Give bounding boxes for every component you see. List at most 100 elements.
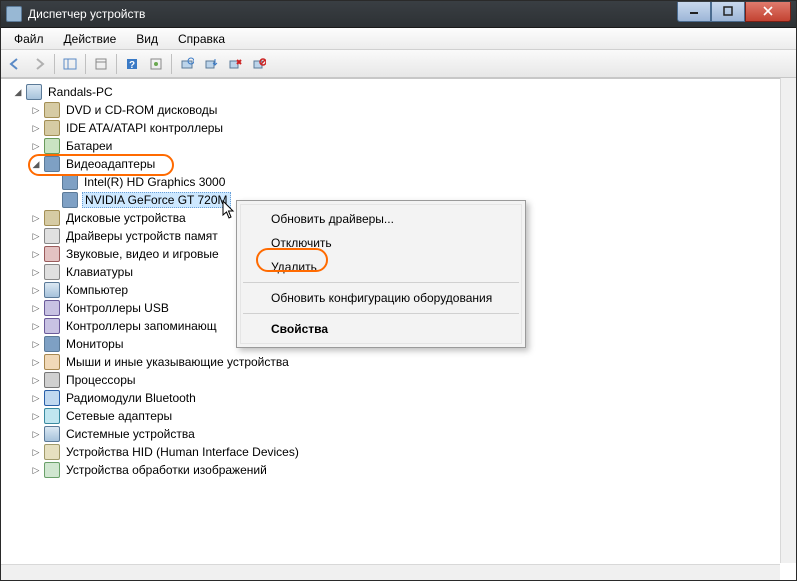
tree-category-label: Устройства обработки изображений — [64, 463, 269, 477]
tree-category-label: Мыши и иные указывающие устройства — [64, 355, 291, 369]
tree-category[interactable]: ▷ Устройства обработки изображений — [30, 461, 797, 479]
device-category-icon — [44, 336, 60, 352]
tree-category[interactable]: ▷ Сетевые адаптеры — [30, 407, 797, 425]
scan-hardware-button[interactable] — [176, 53, 198, 75]
show-hide-tree-button[interactable] — [59, 53, 81, 75]
window-title: Диспетчер устройств — [28, 7, 145, 21]
device-category-icon — [44, 282, 60, 298]
device-category-icon — [44, 102, 60, 118]
expand-icon[interactable]: ▷ — [30, 212, 42, 224]
tree-category-label: Дисковые устройства — [64, 211, 188, 225]
expand-icon[interactable]: ▷ — [30, 320, 42, 332]
menu-action[interactable]: Действие — [54, 30, 127, 48]
expand-icon[interactable]: ▷ — [30, 284, 42, 296]
forward-button[interactable] — [28, 53, 50, 75]
tree-category[interactable]: ▷ IDE ATA/ATAPI контроллеры — [30, 119, 797, 137]
context-properties[interactable]: Свойства — [241, 317, 521, 341]
uninstall-button[interactable] — [224, 53, 246, 75]
device-category-icon — [44, 390, 60, 406]
context-menu: Обновить драйверы... Отключить Удалить О… — [236, 200, 526, 348]
context-refresh-hw[interactable]: Обновить конфигурацию оборудования — [241, 286, 521, 310]
disable-button[interactable] — [248, 53, 270, 75]
window-controls — [677, 2, 791, 22]
expand-icon[interactable]: ▷ — [30, 410, 42, 422]
expand-icon[interactable]: ▷ — [30, 302, 42, 314]
expand-icon[interactable]: ▷ — [30, 428, 42, 440]
maximize-button[interactable] — [711, 2, 745, 22]
tree-category[interactable]: ▷ Батареи — [30, 137, 797, 155]
action-button[interactable] — [145, 53, 167, 75]
device-category-icon — [44, 354, 60, 370]
tree-category[interactable]: ▷ Устройства HID (Human Interface Devices… — [30, 443, 797, 461]
context-separator — [243, 313, 519, 314]
tree-category[interactable]: ▷ Радиомодули Bluetooth — [30, 389, 797, 407]
tree-category[interactable]: ▷ DVD и CD-ROM дисководы — [30, 101, 797, 119]
expand-icon[interactable]: ▷ — [30, 356, 42, 368]
computer-icon — [26, 84, 42, 100]
help-button[interactable]: ? — [121, 53, 143, 75]
context-delete[interactable]: Удалить — [241, 255, 521, 279]
expand-icon[interactable]: ▷ — [30, 122, 42, 134]
device-category-icon — [44, 462, 60, 478]
toolbar-separator — [85, 54, 86, 74]
device-category-icon — [44, 246, 60, 262]
expand-icon[interactable]: ▷ — [30, 374, 42, 386]
device-category-icon — [44, 300, 60, 316]
menu-help[interactable]: Справка — [168, 30, 235, 48]
collapse-icon[interactable]: ◢ — [30, 158, 42, 170]
expand-icon[interactable]: ▷ — [30, 140, 42, 152]
expand-icon[interactable]: ▷ — [30, 230, 42, 242]
tree-category[interactable]: ▷ Мыши и иные указывающие устройства — [30, 353, 797, 371]
horizontal-scrollbar[interactable] — [0, 564, 780, 581]
device-category-icon — [44, 444, 60, 460]
tree-category-label: Системные устройства — [64, 427, 197, 441]
tree-category-label: Контроллеры USB — [64, 301, 171, 315]
tree-category[interactable]: ◢ Видеоадаптеры — [30, 155, 797, 173]
tree-category-label: Сетевые адаптеры — [64, 409, 174, 423]
tree-category-label: Видеоадаптеры — [64, 157, 157, 171]
tree-category-label: Батареи — [64, 139, 114, 153]
tree-category-label: Драйверы устройств памят — [64, 229, 220, 243]
expand-icon[interactable]: ▷ — [30, 338, 42, 350]
tree-category-label: DVD и CD-ROM дисководы — [64, 103, 219, 117]
expand-icon[interactable]: ▷ — [30, 266, 42, 278]
context-disable[interactable]: Отключить — [241, 231, 521, 255]
toolbar: ? — [0, 50, 797, 78]
tree-root[interactable]: ◢ Randals-PC — [12, 83, 797, 101]
minimize-button[interactable] — [677, 2, 711, 22]
toolbar-separator — [54, 54, 55, 74]
menu-file[interactable]: Файл — [4, 30, 54, 48]
close-button[interactable] — [745, 2, 791, 22]
toolbar-separator — [116, 54, 117, 74]
context-separator — [243, 282, 519, 283]
root-label: Randals-PC — [46, 85, 115, 99]
tree-category[interactable]: ▷ Системные устройства — [30, 425, 797, 443]
device-category-icon — [44, 210, 60, 226]
tree-category-label: Компьютер — [64, 283, 130, 297]
tree-category-label: Клавиатуры — [64, 265, 135, 279]
tree-device[interactable]: Intel(R) HD Graphics 3000 — [48, 173, 797, 191]
tree-category-label: Звуковые, видео и игровые — [64, 247, 221, 261]
toolbar-separator — [171, 54, 172, 74]
menu-view[interactable]: Вид — [126, 30, 168, 48]
collapse-icon[interactable]: ◢ — [12, 86, 24, 98]
expand-icon[interactable]: ▷ — [30, 104, 42, 116]
context-update-drivers[interactable]: Обновить драйверы... — [241, 207, 521, 231]
update-driver-button[interactable] — [200, 53, 222, 75]
display-adapter-icon — [62, 192, 78, 208]
expand-icon[interactable]: ▷ — [30, 464, 42, 476]
tree-category-label: Устройства HID (Human Interface Devices) — [64, 445, 301, 459]
tree-category[interactable]: ▷Процессоры — [30, 371, 797, 389]
tree-category-label: IDE ATA/ATAPI контроллеры — [64, 121, 225, 135]
expand-icon[interactable]: ▷ — [30, 446, 42, 458]
titlebar: Диспетчер устройств — [0, 0, 797, 28]
device-category-icon — [44, 228, 60, 244]
back-button[interactable] — [4, 53, 26, 75]
properties-button[interactable] — [90, 53, 112, 75]
expand-icon[interactable]: ▷ — [30, 392, 42, 404]
expand-icon[interactable]: ▷ — [30, 248, 42, 260]
tree-category-label: Радиомодули Bluetooth — [64, 391, 198, 405]
vertical-scrollbar[interactable] — [780, 78, 797, 563]
device-category-icon — [44, 372, 60, 388]
device-category-icon — [44, 156, 60, 172]
